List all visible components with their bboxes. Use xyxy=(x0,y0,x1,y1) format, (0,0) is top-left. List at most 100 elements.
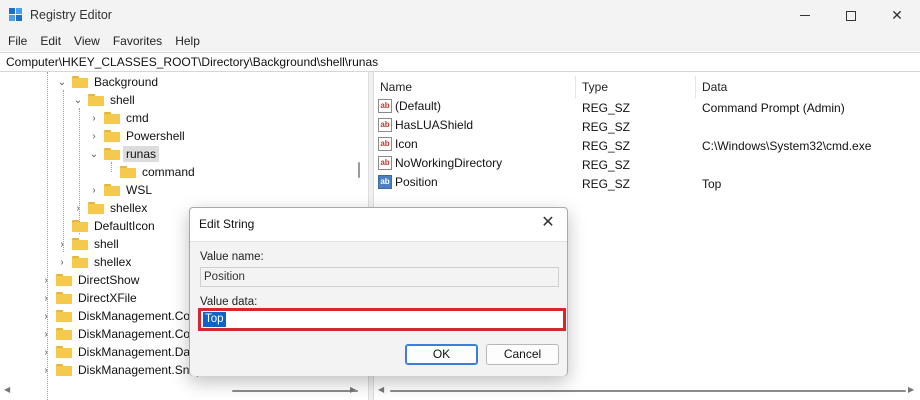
tree-item-directshow[interactable]: › DirectShow xyxy=(41,271,142,289)
cancel-button[interactable]: Cancel xyxy=(486,344,559,365)
folder-icon xyxy=(56,328,72,340)
folder-icon xyxy=(56,310,72,322)
string-value-icon: ab xyxy=(378,175,392,189)
string-value-icon: ab xyxy=(378,156,392,170)
minimize-button[interactable] xyxy=(782,0,828,31)
tree-item-wsl[interactable]: › WSL xyxy=(89,181,155,199)
list-row[interactable]: ab Position REG_SZ Top xyxy=(374,174,920,193)
menu-favorites[interactable]: Favorites xyxy=(113,34,162,48)
list-row[interactable]: ab Icon REG_SZ C:\Windows\System32\cmd.ex… xyxy=(374,136,920,155)
tree-item-diskmanagement[interactable]: › DiskManagement.Cor xyxy=(41,325,197,343)
address-bar[interactable]: Computer\HKEY_CLASSES_ROOT\Directory\Bac… xyxy=(0,52,920,72)
menu-view[interactable]: View xyxy=(74,34,100,48)
tree-horizontal-scrollbar[interactable] xyxy=(232,390,358,392)
tree-item-diskmanagement[interactable]: › DiskManagement.Dat xyxy=(41,343,196,361)
chevron-down-icon[interactable]: ⌄ xyxy=(57,77,67,88)
value-name-label: Value name: xyxy=(200,251,264,263)
folder-icon xyxy=(120,166,136,178)
chevron-right-icon[interactable]: › xyxy=(89,131,99,142)
value-type: REG_SZ xyxy=(582,120,631,134)
value-name-field: Position xyxy=(200,267,559,287)
value-name: Icon xyxy=(395,137,418,151)
tree-item-shellex[interactable]: › shellex xyxy=(73,199,150,217)
scroll-left-icon[interactable]: ◀ xyxy=(378,385,384,394)
tree-item-background[interactable]: ⌄ Background xyxy=(57,73,161,91)
value-type: REG_SZ xyxy=(582,177,631,191)
value-data-label: Value data: xyxy=(200,296,258,308)
folder-icon xyxy=(56,364,72,376)
folder-icon xyxy=(72,256,88,268)
folder-icon xyxy=(88,202,104,214)
folder-icon xyxy=(104,112,120,124)
dialog-title: Edit String xyxy=(199,217,255,231)
menu-help[interactable]: Help xyxy=(175,34,200,48)
tree-item-defaulticon[interactable]: DefaultIcon xyxy=(57,217,158,235)
value-data-highlight: Top xyxy=(198,308,566,331)
chevron-right-icon[interactable]: › xyxy=(89,113,99,124)
menu-bar: File Edit View Favorites Help xyxy=(0,31,920,51)
folder-icon xyxy=(88,94,104,106)
tree-item-command[interactable]: command xyxy=(105,163,198,181)
chevron-right-icon[interactable]: › xyxy=(41,275,51,286)
chevron-right-icon[interactable]: › xyxy=(41,293,51,304)
folder-icon xyxy=(72,238,88,250)
registry-editor-icon xyxy=(9,8,23,22)
value-data: Top xyxy=(702,177,722,191)
list-row[interactable]: ab HasLUAShield REG_SZ xyxy=(374,117,920,136)
list-row[interactable]: ab NoWorkingDirectory REG_SZ xyxy=(374,155,920,174)
list-row[interactable]: ab (Default) REG_SZ Command Prompt (Admin… xyxy=(374,98,920,117)
value-data: C:\Windows\System32\cmd.exe xyxy=(702,139,872,153)
chevron-right-icon[interactable]: › xyxy=(41,329,51,340)
folder-icon xyxy=(72,76,88,88)
chevron-right-icon[interactable]: › xyxy=(73,203,83,214)
chevron-right-icon[interactable]: › xyxy=(41,347,51,358)
chevron-right-icon[interactable]: › xyxy=(89,185,99,196)
menu-file[interactable]: File xyxy=(8,34,27,48)
folder-icon xyxy=(104,130,120,142)
value-type: REG_SZ xyxy=(582,158,631,172)
value-name: (Default) xyxy=(395,99,442,113)
chevron-down-icon[interactable]: ⌄ xyxy=(73,95,83,106)
close-icon: ✕ xyxy=(891,7,903,23)
list-header: Name Type Data xyxy=(374,76,920,98)
chevron-down-icon[interactable]: ⌄ xyxy=(89,149,99,160)
value-type: REG_SZ xyxy=(582,139,631,153)
folder-icon xyxy=(56,292,72,304)
folder-icon xyxy=(56,274,72,286)
scroll-right-icon[interactable]: ▶ xyxy=(908,385,914,394)
close-button[interactable]: ✕ xyxy=(874,0,920,31)
tree-item-powershell[interactable]: › Powershell xyxy=(89,127,188,145)
tree-item-shellex[interactable]: › shellex xyxy=(57,253,134,271)
folder-icon xyxy=(72,220,88,232)
maximize-button[interactable] xyxy=(828,0,874,31)
edit-string-dialog: Edit String ✕ Value name: Position Value… xyxy=(189,207,568,376)
value-name: NoWorkingDirectory xyxy=(395,156,503,170)
tree-item-runas[interactable]: ⌄ runas xyxy=(89,145,160,163)
scroll-left-icon[interactable]: ◀ xyxy=(4,385,10,394)
folder-icon xyxy=(56,346,72,358)
chevron-right-icon[interactable]: › xyxy=(41,365,51,376)
tree-item-cmd[interactable]: › cmd xyxy=(89,109,152,127)
menu-edit[interactable]: Edit xyxy=(40,34,61,48)
dialog-close-button[interactable]: ✕ xyxy=(539,214,557,232)
folder-open-icon xyxy=(104,148,120,160)
tree-item-shell[interactable]: › shell xyxy=(57,235,122,253)
list-horizontal-scrollbar[interactable] xyxy=(390,390,906,392)
tree-item-directxfile[interactable]: › DirectXFile xyxy=(41,289,140,307)
ok-button[interactable]: OK xyxy=(405,344,478,365)
window-title: Registry Editor xyxy=(30,8,112,22)
chevron-right-icon[interactable]: › xyxy=(57,239,67,250)
value-type: REG_SZ xyxy=(582,101,631,115)
chevron-right-icon[interactable]: › xyxy=(57,257,67,268)
value-data: Command Prompt (Admin) xyxy=(702,101,845,115)
chevron-right-icon[interactable]: › xyxy=(41,311,51,322)
scroll-thumb[interactable] xyxy=(358,162,360,178)
tree-item-diskmanagement[interactable]: › DiskManagement.Cor xyxy=(41,307,197,325)
tree-item-shell[interactable]: ⌄ shell xyxy=(73,91,138,109)
value-data-input[interactable]: Top xyxy=(203,312,226,327)
column-header-name[interactable]: Name xyxy=(374,76,576,98)
string-value-icon: ab xyxy=(378,118,392,132)
tree-item-diskmanagement[interactable]: › DiskManagement.Snap xyxy=(41,361,206,379)
column-header-data[interactable]: Data xyxy=(696,76,916,98)
column-header-type[interactable]: Type xyxy=(576,76,696,98)
